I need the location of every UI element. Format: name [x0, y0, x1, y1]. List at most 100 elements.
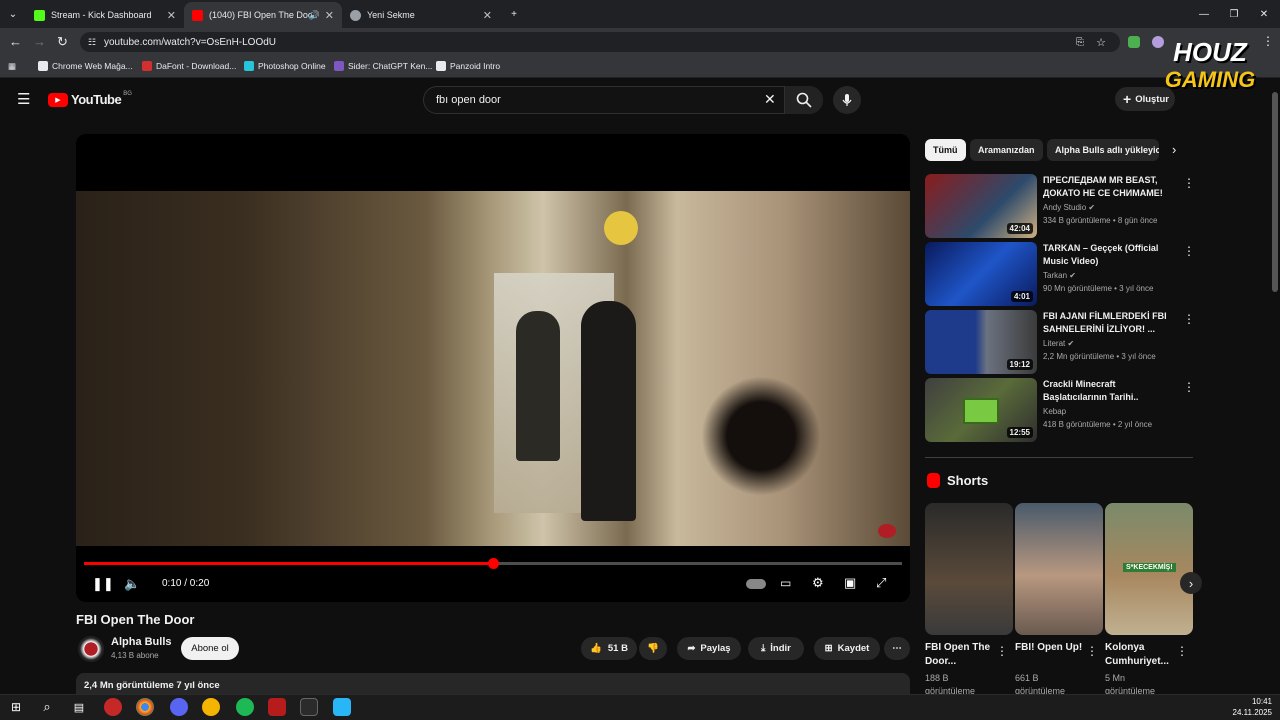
- minimize-button[interactable]: —: [1188, 0, 1220, 28]
- system-clock[interactable]: 10:41 24.11.2025: [1233, 696, 1272, 718]
- bookmark-panzoid[interactable]: Panzoid Intro: [436, 61, 500, 71]
- autoplay-toggle[interactable]: [746, 579, 766, 589]
- search-button[interactable]: [784, 86, 823, 114]
- spotify-icon[interactable]: [236, 698, 254, 716]
- close-tab-icon[interactable]: ✕: [167, 9, 176, 22]
- chrome-taskbar-icon[interactable]: [136, 698, 154, 716]
- video-thumbnail[interactable]: 12:55: [925, 378, 1037, 442]
- chip-all[interactable]: Tümü: [925, 139, 966, 161]
- hamburger-menu-icon[interactable]: ☰: [17, 90, 30, 108]
- back-icon[interactable]: ←: [9, 34, 22, 49]
- install-icon[interactable]: ⎘: [1076, 37, 1084, 48]
- chip-uploader[interactable]: Alpha Bulls adlı yükleyic: [1047, 139, 1159, 161]
- bookmark-star-icon[interactable]: ☆: [1096, 36, 1106, 49]
- speaker-icon[interactable]: 🔊: [309, 10, 320, 21]
- short-thumbnail[interactable]: S*KECEKMİŞ!: [1105, 503, 1193, 635]
- more-options-icon[interactable]: ⋮: [1176, 644, 1188, 658]
- app-icon[interactable]: [268, 698, 286, 716]
- recommendation-item[interactable]: 19:12 FBI AJANI FİLMLERDEKİ FBI SAHNELER…: [925, 310, 1195, 374]
- forward-icon[interactable]: →: [33, 34, 46, 49]
- download-button[interactable]: ⤓ İndir: [748, 637, 804, 660]
- video-thumbnail[interactable]: 19:12: [925, 310, 1037, 374]
- extension-icon[interactable]: [1128, 36, 1140, 48]
- task-view-icon[interactable]: ▤: [70, 698, 88, 716]
- subtitles-icon[interactable]: ▭: [780, 576, 791, 590]
- rec-title[interactable]: Crackli Minecraft Başlatıcılarının Tarih…: [1043, 378, 1173, 404]
- theater-mode-icon[interactable]: ▣: [844, 575, 856, 591]
- more-options-icon[interactable]: ⋮: [1183, 312, 1195, 326]
- more-actions-button[interactable]: ⋯: [884, 637, 910, 660]
- like-button[interactable]: 👍 51 B: [581, 637, 637, 660]
- rec-title[interactable]: FBI AJANI FİLMLERDEKİ FBI SAHNELERİNİ İZ…: [1043, 310, 1173, 336]
- short-title[interactable]: Kolonya Cumhuriyet...: [1105, 641, 1175, 669]
- short-title[interactable]: FBI Open The Door...: [925, 641, 995, 669]
- tab-search-button[interactable]: ⌄: [0, 0, 26, 28]
- tab-fbi-video[interactable]: (1040) FBI Open The Door 🔊 ✕: [184, 2, 342, 28]
- chevron-right-icon[interactable]: ›: [1172, 142, 1176, 157]
- discord-icon[interactable]: [170, 698, 188, 716]
- channel-watermark[interactable]: [878, 524, 896, 538]
- rec-title[interactable]: ПРЕСЛЕДВАМ MR BEAST, ДОКАТО НЕ СЕ СНИМАМ…: [1043, 174, 1173, 200]
- rec-channel[interactable]: Andy Studio: [1043, 203, 1086, 212]
- channel-name[interactable]: Alpha Bulls: [111, 636, 172, 648]
- tab-kick-dashboard[interactable]: Stream - Kick Dashboard ✕: [26, 2, 184, 28]
- shorts-next-button[interactable]: ›: [1180, 572, 1202, 594]
- volume-icon[interactable]: 🔈: [124, 576, 140, 592]
- chip-from-search[interactable]: Aramanızdan: [970, 139, 1043, 161]
- recommendation-item[interactable]: 4:01 TARKAN – Geççek (Official Music Vid…: [925, 242, 1195, 306]
- channel-avatar[interactable]: [78, 636, 104, 662]
- pause-button[interactable]: ❚❚: [92, 576, 114, 592]
- bookmark-chrome-store[interactable]: Chrome Web Mağa...: [38, 61, 133, 71]
- progress-bar[interactable]: [84, 558, 902, 569]
- dafont-icon: [142, 61, 152, 71]
- fullscreen-icon[interactable]: ⤢: [876, 575, 886, 591]
- recommendation-item[interactable]: 42:04 ПРЕСЛЕДВАМ MR BEAST, ДОКАТО НЕ СЕ …: [925, 174, 1195, 238]
- short-title[interactable]: FBI! Open Up!: [1015, 641, 1085, 655]
- rec-channel[interactable]: Literat: [1043, 339, 1065, 348]
- dislike-button[interactable]: 👎: [639, 637, 667, 660]
- subscribe-button[interactable]: Abone ol: [181, 637, 239, 660]
- video-thumbnail[interactable]: 4:01: [925, 242, 1037, 306]
- share-button[interactable]: ➦ Paylaş: [677, 637, 741, 660]
- tab-new-tab[interactable]: Yeni Sekme ✕: [342, 2, 500, 28]
- epic-games-icon[interactable]: [300, 698, 318, 716]
- bookmark-photoshop[interactable]: Photoshop Online: [244, 61, 326, 71]
- rec-channel[interactable]: Tarkan: [1043, 271, 1067, 280]
- windows-start-icon[interactable]: ⊞: [7, 698, 25, 716]
- scrollbar-thumb[interactable]: [1272, 92, 1278, 292]
- save-button[interactable]: ⊞ Kaydet: [814, 637, 880, 660]
- video-player[interactable]: ❚❚ 🔈 0:10 / 0:20 ▭ ⚙ ▣ ⤢: [76, 134, 910, 602]
- app-icon[interactable]: [104, 698, 122, 716]
- more-options-icon[interactable]: ⋮: [1183, 380, 1195, 394]
- youtube-logo[interactable]: ▶ YouTube BG: [48, 91, 132, 107]
- short-thumbnail[interactable]: [925, 503, 1013, 635]
- close-tab-icon[interactable]: ✕: [483, 9, 492, 22]
- scrubber-handle[interactable]: [488, 558, 499, 569]
- close-tab-icon[interactable]: ✕: [325, 9, 334, 22]
- close-window-button[interactable]: ✕: [1248, 0, 1280, 28]
- clear-search-icon[interactable]: ✕: [764, 91, 776, 108]
- apps-icon[interactable]: ▦: [8, 61, 16, 72]
- bookmark-sider[interactable]: Sider: ChatGPT Ken...: [334, 61, 432, 71]
- voice-search-button[interactable]: [833, 86, 861, 114]
- more-options-icon[interactable]: ⋮: [996, 644, 1008, 658]
- url-field[interactable]: ☷ youtube.com/watch?v=OsEnH-LOOdU ⎘ ☆: [80, 32, 1120, 52]
- search-input[interactable]: fbı open door: [423, 86, 823, 114]
- new-tab-button[interactable]: +: [498, 0, 530, 28]
- settings-gear-icon[interactable]: ⚙: [812, 575, 824, 591]
- more-options-icon[interactable]: ⋮: [1183, 176, 1195, 190]
- more-options-icon[interactable]: ⋮: [1086, 644, 1098, 658]
- search-icon[interactable]: ⌕: [38, 698, 56, 716]
- app-icon[interactable]: [202, 698, 220, 716]
- site-info-icon[interactable]: ☷: [88, 37, 96, 48]
- restore-button[interactable]: ❐: [1218, 0, 1250, 28]
- reload-icon[interactable]: ↻: [57, 34, 68, 50]
- rec-channel[interactable]: Kebap: [1043, 407, 1066, 416]
- short-thumbnail[interactable]: [1015, 503, 1103, 635]
- bookmark-dafont[interactable]: DaFont - Download...: [142, 61, 236, 71]
- more-options-icon[interactable]: ⋮: [1183, 244, 1195, 258]
- video-thumbnail[interactable]: 42:04: [925, 174, 1037, 238]
- recommendation-item[interactable]: 12:55 Crackli Minecraft Başlatıcılarının…: [925, 378, 1195, 442]
- rec-title[interactable]: TARKAN – Geççek (Official Music Video): [1043, 242, 1173, 268]
- app-icon[interactable]: [333, 698, 351, 716]
